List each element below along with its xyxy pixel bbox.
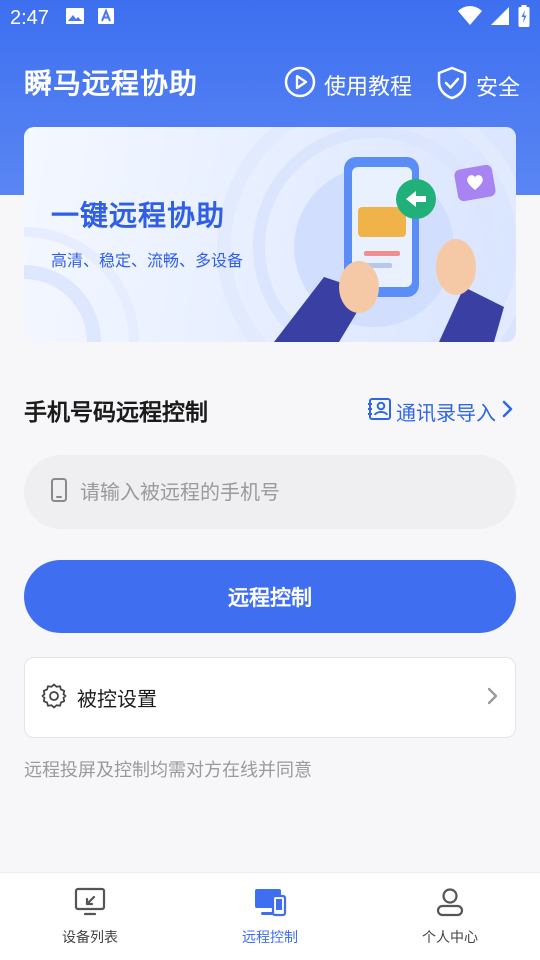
phone-icon <box>50 478 68 506</box>
signal-icon <box>490 6 510 30</box>
controlled-settings-row[interactable]: 被控设置 <box>24 657 516 738</box>
contacts-import-label: 通讯录导入 <box>396 401 496 425</box>
consent-note: 远程投屏及控制均需对方在线并同意 <box>24 760 312 781</box>
tab-remote-control[interactable]: 远程控制 <box>180 873 360 960</box>
tab-personal-center[interactable]: 个人中心 <box>360 873 540 960</box>
status-bar: 2:47 <box>0 0 540 36</box>
tab-device-list[interactable]: 设备列表 <box>0 873 180 960</box>
phone-input-container[interactable] <box>24 455 516 529</box>
banner-subtitle: 高清、稳定、流畅、多设备 <box>51 251 244 270</box>
contacts-import-link[interactable]: 通讯录导入 <box>368 397 514 426</box>
monitor-arrow-icon <box>74 887 106 921</box>
app-title: 瞬马远程协助 <box>24 67 199 100</box>
person-icon <box>435 887 465 921</box>
remote-control-button[interactable]: 远程控制 <box>24 560 516 633</box>
section-title: 手机号码远程控制 <box>24 400 208 426</box>
banner-title: 一键远程协助 <box>51 199 226 232</box>
controlled-settings-label: 被控设置 <box>77 687 157 711</box>
battery-icon <box>518 5 530 31</box>
contact-book-icon <box>368 397 392 426</box>
tab-label: 远程控制 <box>242 930 298 946</box>
bottom-tab-bar: 设备列表 远程控制 个人中心 <box>0 872 540 960</box>
shield-check-icon <box>436 66 468 106</box>
wifi-icon <box>458 6 482 30</box>
status-time: 2:47 <box>10 6 49 29</box>
play-circle-icon <box>284 66 316 104</box>
chevron-right-icon <box>500 399 514 424</box>
tutorial-label: 使用教程 <box>324 75 413 100</box>
gear-icon <box>41 683 67 713</box>
phone-number-input[interactable] <box>80 480 480 504</box>
chevron-right-icon <box>485 686 499 710</box>
devices-icon <box>253 887 287 921</box>
tutorial-button[interactable]: 使用教程 <box>284 66 412 104</box>
app-notification-icon <box>97 7 115 29</box>
tab-label: 设备列表 <box>62 930 118 946</box>
promo-banner[interactable]: 一键远程协助 高清、稳定、流畅、多设备 <box>24 127 516 342</box>
security-button[interactable]: 安全 <box>436 66 520 106</box>
image-notification-icon <box>65 7 85 29</box>
tab-label: 个人中心 <box>422 930 478 946</box>
banner-illustration <box>24 127 516 342</box>
security-label: 安全 <box>476 76 521 101</box>
